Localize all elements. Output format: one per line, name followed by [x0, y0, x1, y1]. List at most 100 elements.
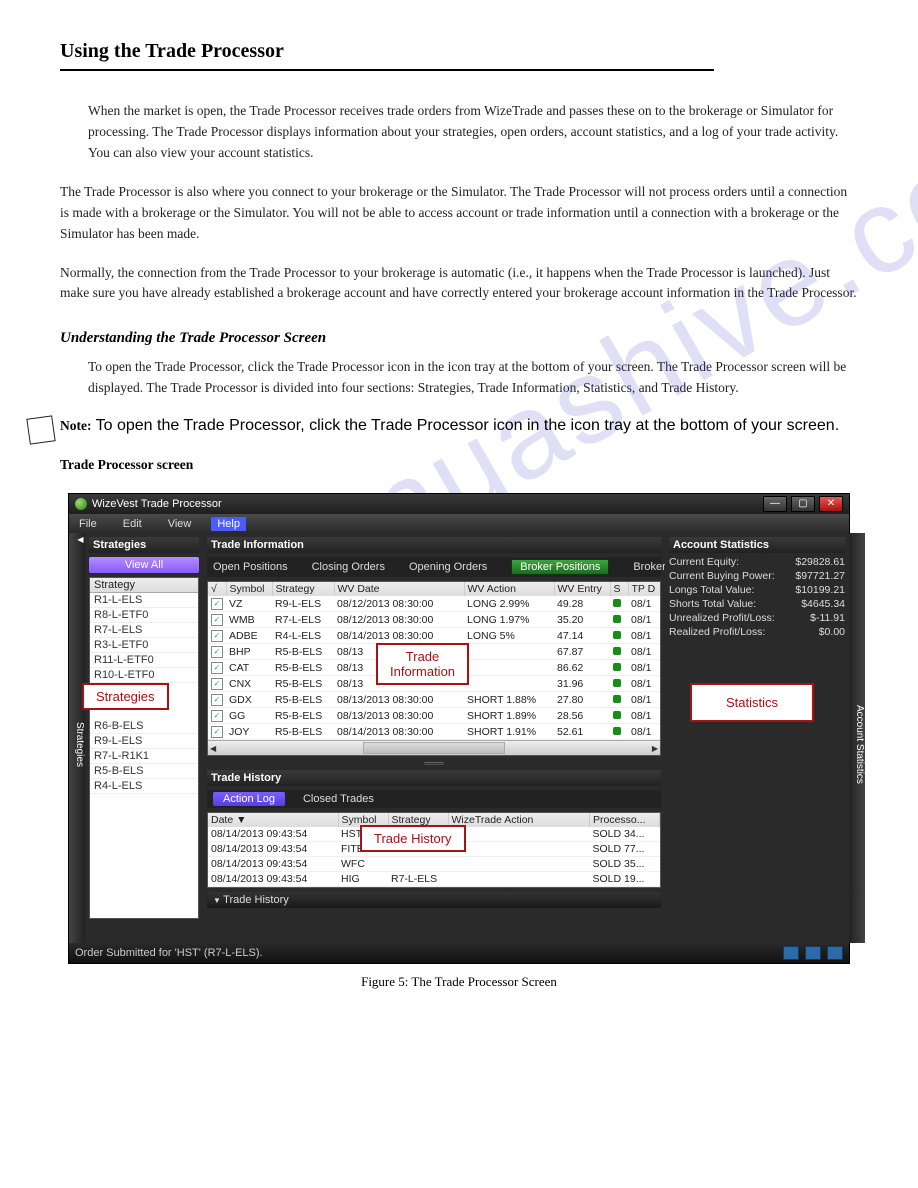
strategy-item[interactable]: R11-L-ETF0	[90, 653, 198, 668]
window-maximize-button[interactable]: ▢	[791, 496, 815, 512]
col-wvdate[interactable]: WV Date	[334, 582, 464, 596]
status-text: Order Submitted for 'HST' (R7-L-ELS).	[75, 947, 263, 959]
col-wvaction[interactable]: WV Action	[464, 582, 554, 596]
hcol-action[interactable]: WizeTrade Action	[448, 813, 590, 827]
table-row[interactable]: ✓ADBER4-L-ELS08/14/2013 08:30:00LONG 5%4…	[208, 628, 660, 644]
row-checkbox[interactable]: ✓	[211, 678, 223, 690]
tab-closed-trades[interactable]: Closed Trades	[303, 793, 374, 805]
tab-action-log[interactable]: Action Log	[213, 792, 285, 806]
trade-h-scrollbar[interactable]: ◀▶	[208, 740, 660, 755]
strategy-item[interactable]: R4-L-ELS	[90, 779, 198, 794]
status-dot-icon	[613, 727, 621, 735]
view-all-button[interactable]: View All	[89, 557, 199, 573]
callout-strategies: Strategies	[82, 683, 169, 710]
note-title: Note:	[60, 418, 91, 433]
col-strategy[interactable]: Strategy	[272, 582, 334, 596]
app-window: WizeVest Trade Processor — ▢ ✕ File Edit…	[68, 493, 850, 964]
status-panel-icon[interactable]	[783, 946, 799, 960]
tab-broker-positions[interactable]: Broker Positions	[511, 559, 609, 575]
splitter-grip[interactable]: ═══	[207, 758, 661, 768]
status-panel-icon[interactable]	[827, 946, 843, 960]
trade-info-tabs: Open Positions Closing Orders Opening Or…	[207, 557, 661, 577]
strategy-item[interactable]: R6-B-ELS	[90, 719, 198, 734]
row-checkbox[interactable]: ✓	[211, 662, 223, 674]
strategy-list[interactable]: Strategy R1-L-ELS R8-L-ETF0 R7-L-ELS R3-…	[89, 577, 199, 919]
stat-row: Current Buying Power:$97721.27	[669, 569, 845, 583]
callout-statistics: Statistics	[690, 683, 814, 722]
col-check[interactable]: √	[208, 582, 226, 596]
hcol-processor[interactable]: Processo...	[590, 813, 660, 827]
stat-row: Unrealized Profit/Loss:$-11.91	[669, 611, 845, 625]
status-dot-icon	[613, 663, 621, 671]
col-wventry[interactable]: WV Entry	[554, 582, 610, 596]
row-checkbox[interactable]: ✓	[211, 598, 223, 610]
strategy-item[interactable]: R5-B-ELS	[90, 764, 198, 779]
row-checkbox[interactable]: ✓	[211, 646, 223, 658]
callout-trade-info: Trade Information	[376, 643, 469, 685]
center-panel: Trade Information Open Positions Closing…	[203, 533, 665, 943]
table-row[interactable]: ✓WMBR7-L-ELS08/12/2013 08:30:00LONG 1.97…	[208, 612, 660, 628]
note-block: Note: To open the Trade Processor, click…	[60, 417, 858, 435]
table-row[interactable]: ✓JOYR5-B-ELS08/14/2013 08:30:00SHORT 1.9…	[208, 724, 660, 740]
strategies-header: Strategies	[89, 537, 199, 553]
section-paragraph: To open the Trade Processor, click the T…	[88, 357, 858, 399]
window-titlebar: WizeVest Trade Processor — ▢ ✕	[69, 494, 849, 514]
tab-open-positions[interactable]: Open Positions	[213, 561, 288, 573]
col-symbol[interactable]: Symbol	[226, 582, 272, 596]
intro-paragraph-1: When the market is open, the Trade Proce…	[88, 101, 858, 164]
tab-opening-orders[interactable]: Opening Orders	[409, 561, 487, 573]
page-title: Using the Trade Processor	[60, 40, 858, 63]
row-checkbox[interactable]: ✓	[211, 630, 223, 642]
menu-view[interactable]: View	[162, 517, 198, 531]
history-collapse-bar[interactable]: Trade History	[207, 892, 661, 908]
strategy-item[interactable]: R3-L-ETF0	[90, 638, 198, 653]
title-divider	[60, 69, 714, 71]
strategies-collapse-handle[interactable]: Strategies	[69, 533, 85, 943]
menu-file[interactable]: File	[73, 517, 103, 531]
stat-row: Longs Total Value:$10199.21	[669, 583, 845, 597]
callout-history: Trade History	[360, 825, 466, 852]
status-bar: Order Submitted for 'HST' (R7-L-ELS).	[69, 943, 849, 963]
strategy-col-header: Strategy	[90, 578, 198, 593]
strategy-item[interactable]: R7-L-R1K1	[90, 749, 198, 764]
app-icon	[75, 498, 87, 510]
workspace: Strategies Strategies View All Strategy …	[69, 533, 849, 943]
row-checkbox[interactable]: ✓	[211, 710, 223, 722]
intro-paragraph-2: The Trade Processor is also where you co…	[60, 182, 858, 245]
strategies-panel: Strategies View All Strategy R1-L-ELS R8…	[85, 533, 203, 943]
window-minimize-button[interactable]: —	[763, 496, 787, 512]
status-dot-icon	[613, 679, 621, 687]
table-row[interactable]: ✓VZR9-L-ELS08/12/2013 08:30:00LONG 2.99%…	[208, 596, 660, 612]
window-close-button[interactable]: ✕	[819, 496, 843, 512]
stat-row: Realized Profit/Loss:$0.00	[669, 625, 845, 639]
hcol-date[interactable]: Date ▼	[208, 813, 338, 827]
row-checkbox[interactable]: ✓	[211, 726, 223, 738]
statistics-header: Account Statistics	[669, 537, 845, 553]
strategy-item[interactable]: R9-L-ELS	[90, 734, 198, 749]
note-body: To open the Trade Processor, click the T…	[96, 417, 840, 434]
figure-heading: Trade Processor screen	[60, 457, 858, 473]
row-checkbox[interactable]: ✓	[211, 614, 223, 626]
col-tpd[interactable]: TP D	[628, 582, 660, 596]
history-tabs: Action Log Closed Trades	[207, 790, 661, 808]
table-row[interactable]: 08/14/2013 09:43:54HIGR7-L-ELSSOLD 19...	[208, 872, 660, 887]
table-row[interactable]: ✓GGR5-B-ELS08/13/2013 08:30:00SHORT 1.89…	[208, 708, 660, 724]
menu-help[interactable]: Help	[211, 517, 246, 531]
table-header-row: √ Symbol Strategy WV Date WV Action WV E…	[208, 582, 660, 596]
menu-edit[interactable]: Edit	[117, 517, 148, 531]
menu-bar: File Edit View Help	[69, 514, 849, 533]
strategy-item[interactable]: R8-L-ETF0	[90, 608, 198, 623]
table-row[interactable]: 08/14/2013 09:43:54WFCSOLD 35...	[208, 857, 660, 872]
tab-closing-orders[interactable]: Closing Orders	[312, 561, 385, 573]
figure-caption: Figure 5: The Trade Processor Screen	[60, 974, 858, 990]
strategy-item[interactable]: R1-L-ELS	[90, 593, 198, 608]
row-checkbox[interactable]: ✓	[211, 694, 223, 706]
col-status[interactable]: S	[610, 582, 628, 596]
statistics-collapse-handle[interactable]: Account Statistics	[849, 533, 865, 943]
strategy-item[interactable]: R7-L-ELS	[90, 623, 198, 638]
table-row[interactable]: ✓GDXR5-B-ELS08/13/2013 08:30:00SHORT 1.8…	[208, 692, 660, 708]
status-dot-icon	[613, 631, 621, 639]
window-title: WizeVest Trade Processor	[92, 498, 222, 510]
strategy-item[interactable]: R10-L-ETF0	[90, 668, 198, 683]
status-panel-icon[interactable]	[805, 946, 821, 960]
